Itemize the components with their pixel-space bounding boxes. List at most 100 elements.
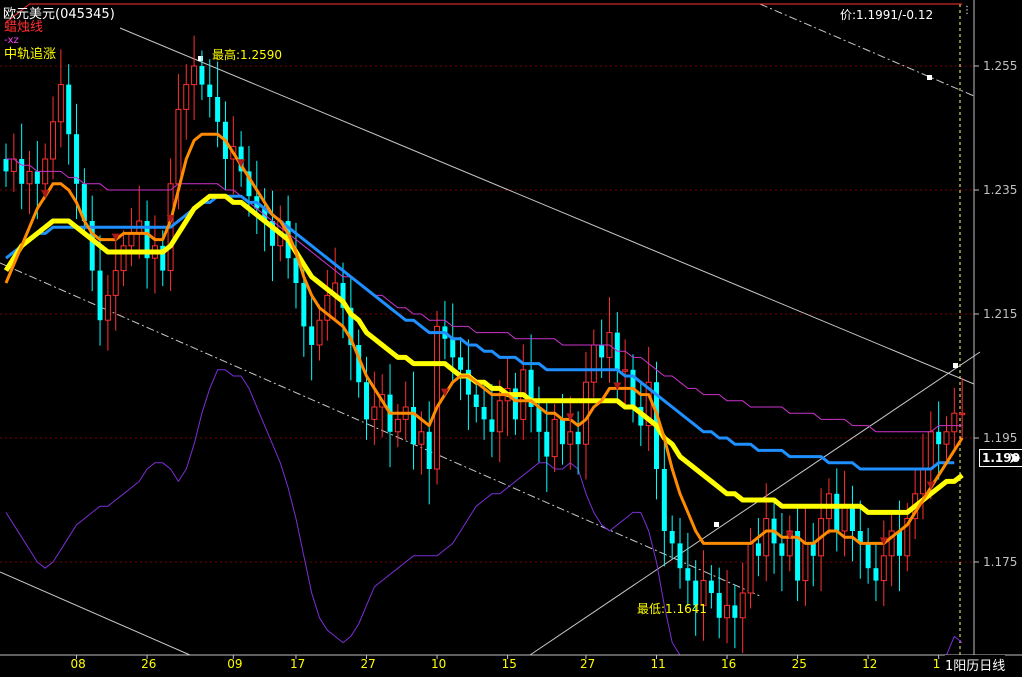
candle-body bbox=[394, 418, 401, 433]
y-tick-label: 1.215 bbox=[983, 307, 1017, 321]
x-tick-label: 11 bbox=[651, 657, 666, 671]
candle-body bbox=[104, 294, 111, 321]
legend-item-xz: -xz bbox=[4, 35, 19, 46]
low-trend-marker bbox=[714, 522, 719, 527]
x-tick-label: 16 bbox=[721, 657, 736, 671]
candle-body bbox=[183, 84, 190, 110]
candle-body bbox=[191, 65, 198, 86]
legend: 蜡烛线 -xz 中轨追涨 bbox=[4, 20, 56, 62]
candle-body bbox=[936, 431, 942, 445]
high-annotation: 最高:1.2590 bbox=[212, 48, 283, 62]
y-tick-label: 1.255 bbox=[983, 59, 1017, 73]
candle-body bbox=[458, 357, 464, 370]
candle-body bbox=[559, 419, 565, 445]
x-tick-label: 26 bbox=[141, 657, 156, 671]
candle-body bbox=[763, 518, 770, 557]
price-readout: 价:1.1991/-0.12 bbox=[840, 8, 934, 22]
candle-body bbox=[739, 592, 746, 619]
candle-body bbox=[575, 431, 581, 445]
candle-body bbox=[919, 468, 926, 495]
candle-body bbox=[309, 326, 315, 345]
candle-body bbox=[732, 605, 738, 618]
legend-item-candle: 蜡烛线 bbox=[4, 20, 44, 35]
candle-body bbox=[496, 400, 503, 433]
cursor-arrow-icon: ➤ bbox=[1008, 448, 1022, 467]
candle-body bbox=[128, 232, 135, 247]
current-marker bbox=[953, 363, 958, 368]
candle-body bbox=[301, 283, 307, 327]
candle-body bbox=[810, 543, 816, 556]
x-tick-label: 27 bbox=[361, 657, 376, 671]
y-tick-label: 1.235 bbox=[983, 183, 1017, 197]
candle-body bbox=[716, 593, 722, 618]
price-readout-marker-icon: ⋮ bbox=[962, 5, 972, 16]
candle-body bbox=[927, 431, 934, 470]
candle-body bbox=[426, 431, 432, 469]
x-tick-label: 12 bbox=[862, 657, 877, 671]
candle-body bbox=[199, 66, 205, 85]
x-tick-label: 15 bbox=[502, 657, 517, 671]
candle-body bbox=[896, 531, 902, 556]
candle-body bbox=[97, 270, 103, 321]
x-tick-label: 27 bbox=[580, 657, 595, 671]
candle-body bbox=[551, 418, 558, 458]
candle-body bbox=[57, 84, 64, 123]
x-tick-label: 1 bbox=[933, 657, 941, 671]
candle-body bbox=[418, 431, 425, 445]
candle-body bbox=[834, 493, 840, 531]
candle-body bbox=[50, 121, 57, 160]
candle-body bbox=[685, 568, 691, 581]
x-tick-label: 17 bbox=[290, 657, 305, 671]
candle-body bbox=[371, 406, 378, 420]
x-tick-label: 08 bbox=[71, 657, 86, 671]
candle-body bbox=[959, 412, 966, 416]
candle-body bbox=[434, 325, 441, 470]
low-annotation: 最低:1.1641 bbox=[637, 602, 708, 616]
candle-body bbox=[316, 319, 323, 346]
legend-item-midline: 中轨追涨 bbox=[4, 47, 57, 62]
candle-body bbox=[661, 469, 667, 531]
y-tick-label: 1.175 bbox=[983, 555, 1017, 569]
candle-body bbox=[74, 134, 80, 184]
candle-body bbox=[865, 543, 871, 569]
candle-body bbox=[567, 431, 574, 445]
candle-body bbox=[112, 270, 119, 296]
candle-body bbox=[175, 108, 182, 185]
chart-canvas: 1.175 1.195 1.215 1.235 1.255 08 26 09 17 27 10 15 2… bbox=[0, 0, 1022, 673]
candle-body bbox=[755, 543, 761, 556]
candle-body bbox=[708, 580, 714, 593]
x-tick-label: 09 bbox=[227, 657, 242, 671]
candle-body bbox=[747, 542, 754, 594]
candle-body bbox=[34, 171, 40, 184]
candle-body bbox=[19, 159, 25, 184]
period-label[interactable]: 1阳历日线 bbox=[945, 655, 1006, 674]
candle-body bbox=[669, 531, 675, 544]
candle-body bbox=[880, 555, 887, 582]
candle-body bbox=[450, 338, 456, 358]
x-tick-label: 10 bbox=[431, 657, 446, 671]
candle-body bbox=[364, 382, 370, 420]
candle-body bbox=[207, 84, 213, 97]
candle-body bbox=[724, 604, 731, 619]
candle-body bbox=[622, 369, 629, 372]
candle-body bbox=[599, 345, 605, 358]
candle-body bbox=[489, 419, 495, 432]
y-tick-label: 1.195 bbox=[983, 431, 1017, 445]
candle-body bbox=[215, 97, 221, 122]
candle-body bbox=[841, 505, 848, 532]
candle-body bbox=[943, 431, 950, 445]
candle-body bbox=[66, 84, 72, 135]
candle-body bbox=[26, 170, 33, 185]
candle-body bbox=[536, 407, 542, 432]
candle-body bbox=[582, 381, 589, 445]
candle-body bbox=[481, 407, 487, 420]
candle-body bbox=[544, 431, 550, 457]
candle-body bbox=[677, 543, 683, 569]
candle-body bbox=[3, 159, 9, 172]
candle-body bbox=[473, 394, 479, 407]
candle-body bbox=[779, 543, 785, 556]
channel-marker bbox=[927, 75, 932, 80]
x-tick-label: 25 bbox=[792, 657, 807, 671]
candle-body bbox=[590, 344, 597, 383]
candle-body bbox=[849, 506, 855, 531]
